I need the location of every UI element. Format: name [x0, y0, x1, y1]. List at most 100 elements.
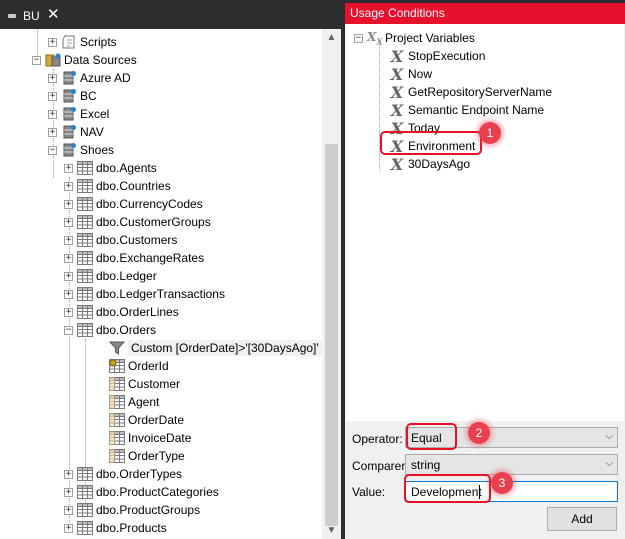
collapse-icon[interactable]: − — [64, 325, 73, 335]
tree-row-label: dbo.Countries — [96, 179, 171, 193]
expand-icon[interactable]: + — [64, 523, 73, 533]
add-button[interactable]: Add — [547, 507, 617, 531]
variable-label: GetRepositoryServerName — [408, 85, 553, 99]
expand-icon[interactable]: + — [64, 235, 73, 245]
scrollbar-thumb[interactable] — [325, 144, 338, 526]
variable-item[interactable]: X GetRepositoryServerName — [390, 82, 553, 102]
tree-row[interactable]: + dbo.Customers — [64, 231, 177, 249]
chevron-down-icon[interactable]: ⌵ — [605, 458, 613, 469]
expand-icon[interactable]: + — [48, 73, 57, 83]
expand-icon[interactable]: + — [48, 91, 57, 101]
expand-icon[interactable]: + — [48, 37, 57, 47]
tree-row-label: Custom [OrderDate]>'[30DaysAgo]' — [128, 340, 322, 356]
variable-icon: X — [390, 82, 404, 102]
highlight-environment — [380, 131, 482, 155]
tree-row[interactable]: + Azure AD — [48, 69, 131, 87]
tree-row[interactable]: + Scripts — [48, 33, 117, 51]
tree-row[interactable]: − dbo.Orders — [64, 321, 156, 339]
data-sources-tree[interactable]: + Scripts − Data Sources + Azure AD + BC + Excel +… — [0, 29, 322, 539]
tree-row[interactable]: + dbo.Products — [64, 519, 167, 537]
usage-conditions-panel: Usage Conditions − XX Project Variables X St… — [345, 3, 625, 539]
tree-row-label: dbo.CurrencyCodes — [96, 197, 203, 211]
tree-row-label: Project Variables — [385, 31, 475, 45]
expand-icon[interactable]: + — [64, 217, 73, 227]
document-tab[interactable]: BU ✕ — [0, 4, 66, 27]
key-column-icon — [109, 359, 125, 373]
tree-row[interactable]: − Shoes — [48, 141, 114, 159]
comparer-select[interactable]: string ⌵ — [405, 454, 618, 475]
tree-row-label: Customer — [128, 377, 181, 391]
tree-row[interactable]: + BC — [48, 87, 97, 105]
tree-row[interactable]: InvoiceDate — [96, 429, 191, 447]
expand-icon[interactable]: + — [64, 271, 73, 281]
tree-row[interactable]: Custom [OrderDate]>'[30DaysAgo]' — [96, 339, 322, 357]
column-icon — [109, 395, 125, 409]
tree-row[interactable]: + dbo.ProductCategories — [64, 483, 219, 501]
tree-row[interactable]: OrderId — [96, 357, 169, 375]
tree-row[interactable]: + dbo.CustomerGroups — [64, 213, 211, 231]
tree-row[interactable]: + dbo.ProductGroups — [64, 501, 200, 519]
tree-row[interactable]: OrderDate — [96, 411, 184, 429]
expand-icon[interactable]: + — [64, 163, 73, 173]
collapse-icon[interactable]: − — [32, 55, 41, 65]
tree-row[interactable]: − Data Sources — [32, 51, 137, 69]
expand-icon[interactable]: + — [64, 505, 73, 515]
column-icon — [109, 413, 125, 427]
expand-icon[interactable]: + — [64, 199, 73, 209]
tree-row-label: dbo.OrderTypes — [96, 467, 183, 481]
close-icon[interactable]: ✕ — [47, 7, 60, 22]
variable-item[interactable]: X StopExecution — [390, 47, 486, 66]
tree-row[interactable]: + dbo.Agents — [64, 159, 157, 177]
scripts-icon — [61, 35, 77, 49]
tree-row[interactable]: + dbo.OrderLines — [64, 303, 179, 321]
variable-item[interactable]: X 30DaysAgo — [390, 155, 470, 174]
tree-row[interactable]: + Excel — [48, 105, 109, 123]
tree-row[interactable]: + NAV — [48, 123, 104, 141]
tree-row-project-variables[interactable]: − XX Project Variables — [354, 29, 475, 47]
datasource-icon — [61, 107, 77, 121]
chevron-down-icon[interactable]: ⌵ — [605, 431, 613, 442]
expand-icon[interactable]: + — [64, 469, 73, 479]
panel-title: Usage Conditions — [345, 3, 625, 24]
expand-icon[interactable]: + — [64, 181, 73, 191]
tree-row[interactable]: OrderType — [96, 447, 185, 465]
callout-badge-1: 1 — [479, 122, 501, 144]
variable-item[interactable]: X Semantic Endpoint Name — [390, 101, 545, 120]
table-icon — [77, 485, 93, 499]
tree-row-label: dbo.Products — [96, 521, 167, 535]
expand-icon[interactable]: + — [48, 127, 57, 137]
datasource-icon — [61, 71, 77, 85]
tree-row[interactable]: + dbo.ExchangeRates — [64, 249, 204, 267]
pin-icon[interactable] — [8, 13, 16, 18]
expand-icon[interactable]: + — [48, 109, 57, 119]
variable-label: Semantic Endpoint Name — [408, 103, 545, 117]
tree-row[interactable]: Customer — [96, 375, 180, 393]
tree-row-label: OrderId — [128, 359, 169, 373]
collapse-icon[interactable]: − — [48, 145, 57, 155]
expand-icon[interactable]: + — [64, 307, 73, 317]
tree-row-label: dbo.LedgerTransactions — [96, 287, 225, 301]
tree-row-label: Agent — [128, 395, 160, 409]
tree-row[interactable]: + dbo.OrderTypes — [64, 465, 182, 483]
tree-row[interactable]: + dbo.Ledger — [64, 267, 157, 285]
expand-icon[interactable]: + — [64, 289, 73, 299]
expand-icon[interactable]: + — [64, 253, 73, 263]
scroll-up-icon[interactable]: ▲ — [322, 29, 341, 46]
left-pane: BU ✕ + Scripts − Data Sources + Azure AD + BC + E… — [0, 0, 341, 539]
column-icon — [109, 449, 125, 463]
tree-row[interactable]: Agent — [96, 393, 159, 411]
tree-row-label: dbo.Agents — [96, 161, 157, 175]
collapse-icon[interactable]: − — [354, 33, 363, 43]
table-icon — [77, 521, 93, 535]
scroll-down-icon[interactable]: ▼ — [322, 522, 341, 539]
project-variables-tree[interactable]: − XX Project Variables X StopExecution X Now X G… — [346, 24, 624, 421]
tree-row[interactable]: + dbo.CurrencyCodes — [64, 195, 203, 213]
tree-row[interactable]: + dbo.Countries — [64, 177, 171, 195]
operator-label: Operator: — [352, 432, 403, 446]
variable-item[interactable]: X Now — [390, 65, 432, 84]
expand-icon[interactable]: + — [64, 487, 73, 497]
table-icon — [77, 269, 93, 283]
document-tab-label: BU — [23, 8, 40, 23]
vertical-scrollbar[interactable]: ▲ ▼ — [322, 29, 341, 539]
tree-row[interactable]: + dbo.LedgerTransactions — [64, 285, 225, 303]
